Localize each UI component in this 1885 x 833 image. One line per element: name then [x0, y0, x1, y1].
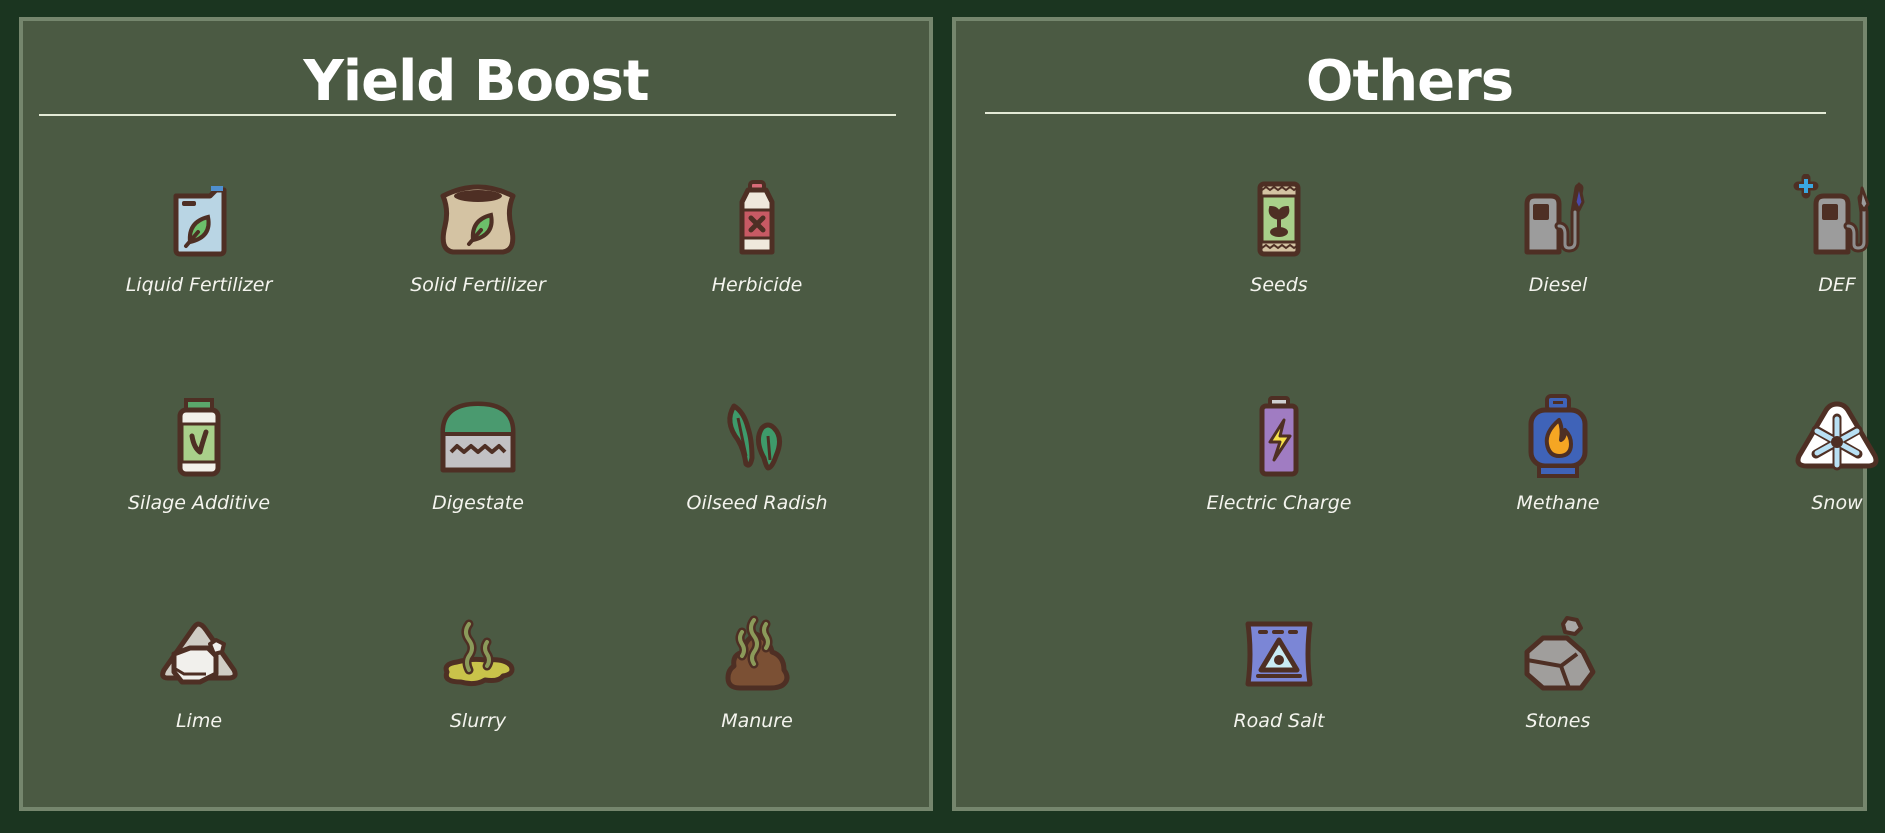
liquid-fertilizer-canister-icon: [173, 186, 227, 257]
fill-type-seeds[interactable]: Seeds: [1139, 174, 1419, 296]
fill-type-herbicide[interactable]: Herbicide: [617, 174, 897, 296]
diesel-pump-icon: [1524, 182, 1585, 255]
def-pump-icon: [1793, 174, 1870, 255]
fill-type-label: Snow: [1811, 492, 1863, 514]
fill-type-slurry[interactable]: Slurry: [338, 610, 618, 732]
seed-bag-icon: [1257, 181, 1301, 257]
fill-type-electric-charge[interactable]: Electric Charge: [1139, 392, 1419, 514]
fill-type-label: Manure: [721, 710, 793, 732]
gas-cylinder-icon: [1528, 394, 1588, 478]
fill-type-silage-additive[interactable]: Silage Additive: [59, 392, 339, 514]
fill-type-snow[interactable]: Snow: [1697, 392, 1885, 514]
fill-type-label: DEF: [1818, 274, 1856, 296]
yield-boost-panel: Yield Boost Liquid Fertilizer Solid Fert…: [19, 17, 933, 811]
others-panel: Others Seeds Diesel DEF Electric Charge …: [952, 17, 1879, 811]
fill-type-liquid-fertilizer[interactable]: Liquid Fertilizer: [59, 174, 339, 296]
road-salt-bag-icon: [1245, 621, 1313, 687]
fill-type-def[interactable]: DEF: [1697, 174, 1885, 296]
fill-type-label: Seeds: [1250, 274, 1308, 296]
fill-type-label: Lime: [175, 710, 223, 732]
fill-type-road-salt[interactable]: Road Salt: [1139, 610, 1419, 732]
battery-icon: [1259, 396, 1299, 477]
slurry-puddle-icon: [443, 619, 515, 687]
fill-type-label: Methane: [1516, 492, 1600, 514]
fill-type-stones[interactable]: Stones: [1418, 610, 1698, 732]
stones-icon: [1524, 616, 1596, 691]
fill-type-label: Slurry: [449, 710, 507, 732]
fill-type-label: Road Salt: [1233, 710, 1325, 732]
solid-fertilizer-sack-icon: [440, 184, 516, 255]
fill-type-label: Diesel: [1528, 274, 1588, 296]
snow-pile-icon: [1795, 401, 1879, 471]
fill-type-label: Herbicide: [711, 274, 803, 296]
fill-type-methane[interactable]: Methane: [1418, 392, 1698, 514]
lime-pile-icon: [160, 621, 238, 685]
fill-type-label: Digestate: [432, 492, 524, 514]
oilseed-radish-leaves-icon: [727, 403, 782, 471]
herbicide-bottle-icon: [739, 180, 775, 255]
silage-additive-jar-icon: [177, 398, 221, 477]
fill-type-label: Electric Charge: [1206, 492, 1352, 514]
fill-type-label: Silage Additive: [127, 492, 271, 514]
fill-type-solid-fertilizer[interactable]: Solid Fertilizer: [338, 174, 618, 296]
fill-type-label: Solid Fertilizer: [410, 274, 546, 296]
fill-type-oilseed-radish[interactable]: Oilseed Radish: [617, 392, 897, 514]
fill-type-diesel[interactable]: Diesel: [1418, 174, 1698, 296]
fill-type-label: Oilseed Radish: [686, 492, 828, 514]
fill-type-lime[interactable]: Lime: [59, 610, 339, 732]
manure-pile-icon: [725, 615, 790, 691]
fill-type-label: Liquid Fertilizer: [125, 274, 273, 296]
digestate-icon: [440, 401, 516, 473]
fill-type-digestate[interactable]: Digestate: [338, 392, 618, 514]
fill-type-manure[interactable]: Manure: [617, 610, 897, 732]
fill-type-label: Stones: [1525, 710, 1591, 732]
